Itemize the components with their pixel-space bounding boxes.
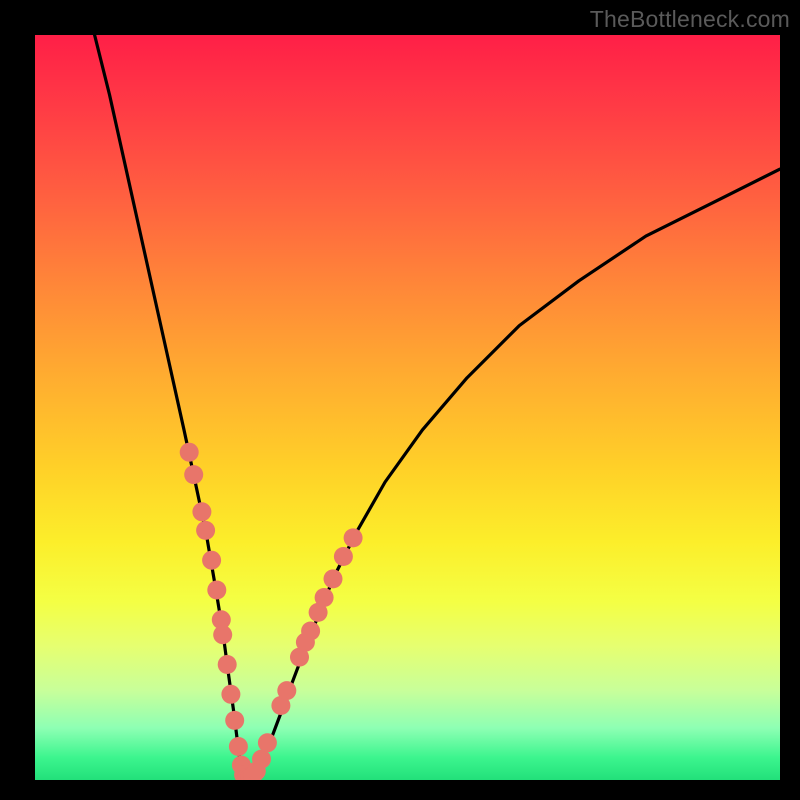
watermark-text: TheBottleneck.com bbox=[590, 6, 790, 33]
chart-svg bbox=[35, 35, 780, 780]
plot-area bbox=[35, 35, 780, 780]
chart-frame: TheBottleneck.com bbox=[0, 0, 800, 800]
data-markers bbox=[180, 443, 363, 780]
bottleneck-curve bbox=[95, 35, 780, 779]
